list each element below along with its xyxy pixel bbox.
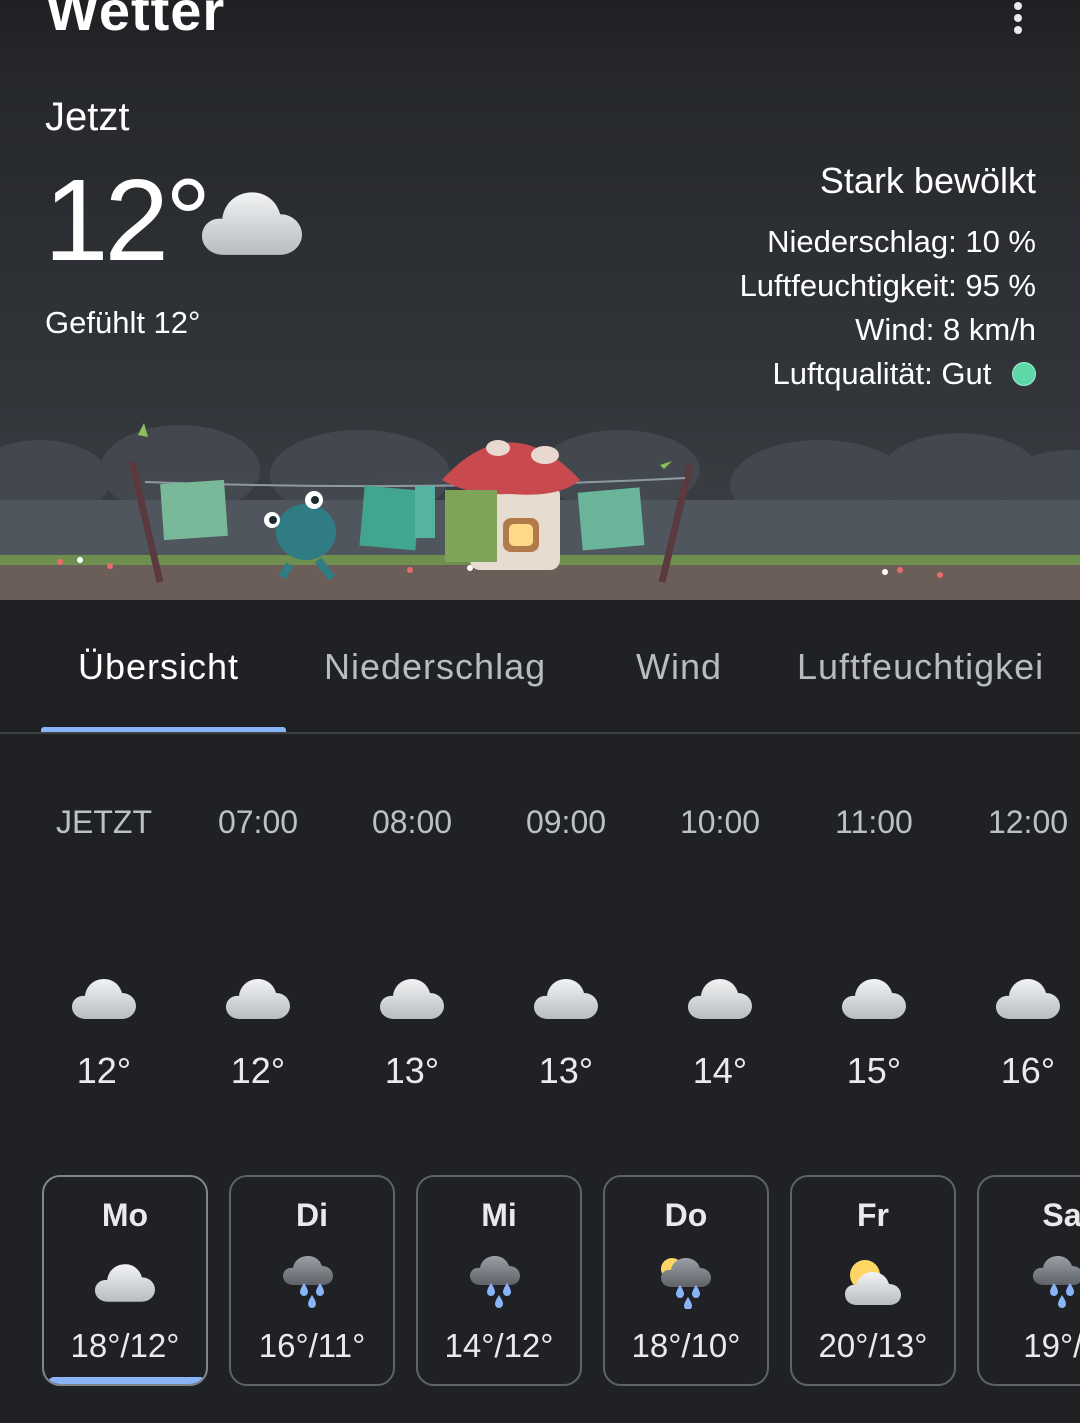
cloud-icon xyxy=(202,186,302,258)
cloud-icon xyxy=(72,975,136,1021)
hour-temp: 12° xyxy=(76,1050,132,1091)
hourly-item: 09:00 13° xyxy=(489,800,643,1091)
hour-temp: 16° xyxy=(1000,1050,1056,1091)
condition-text: Stark bewölkt xyxy=(819,160,1036,201)
tab-divider xyxy=(0,732,1080,734)
tab-wind[interactable]: Wind xyxy=(636,646,722,688)
more-options-button[interactable] xyxy=(998,0,1038,40)
day-card-mo[interactable]: Mo 18°/12° xyxy=(42,1175,208,1386)
weather-illustration xyxy=(0,423,1080,600)
hour-temp: 13° xyxy=(384,1050,440,1091)
day-temps: 20°/13° xyxy=(818,1327,928,1364)
hourly-item: 08:00 13° xyxy=(335,800,489,1091)
day-card-mi[interactable]: Mi 14°/12° xyxy=(416,1175,582,1386)
stat-label: Luftfeuchtigkeit: xyxy=(739,268,957,303)
cloud-icon xyxy=(688,975,752,1021)
feels-like: Gefühlt 12° xyxy=(45,305,201,340)
hourly-item: 11:00 15° xyxy=(797,800,951,1091)
app-title: Wetter xyxy=(46,0,226,42)
day-card-fr[interactable]: Fr 20°/13° xyxy=(790,1175,956,1386)
rain-cloud-icon xyxy=(282,1255,342,1309)
hour-time: 07:00 xyxy=(217,804,299,840)
hour-time: 10:00 xyxy=(679,804,761,840)
day-temps: 19°/1 xyxy=(1023,1327,1080,1364)
day-selected-indicator xyxy=(48,1377,206,1384)
day-temps: 18°/10° xyxy=(631,1327,741,1364)
sun-rain-cloud-icon xyxy=(656,1255,716,1309)
tab-overview[interactable]: Übersicht xyxy=(78,646,239,688)
rain-cloud-icon xyxy=(1032,1255,1080,1309)
day-temps: 18°/12° xyxy=(70,1327,180,1364)
hourly-item: 10:00 14° xyxy=(643,800,797,1091)
day-name: Di xyxy=(296,1197,328,1233)
now-label: Jetzt xyxy=(45,95,130,139)
day-name: Fr xyxy=(857,1197,889,1233)
hourly-item: 12:00 16° xyxy=(951,800,1080,1091)
cloud-icon xyxy=(226,975,290,1021)
day-card-sa[interactable]: Sa 19°/1 xyxy=(977,1175,1080,1386)
stat-value: 10 % xyxy=(965,224,1036,259)
stat-value: 8 km/h xyxy=(942,312,1036,347)
cloud-icon xyxy=(842,975,906,1021)
hour-time: 08:00 xyxy=(371,804,453,840)
day-card-di[interactable]: Di 16°/11° xyxy=(229,1175,395,1386)
air-quality-dot-icon xyxy=(1012,361,1036,386)
day-temps: 14°/12° xyxy=(444,1327,554,1364)
cloud-icon xyxy=(380,975,444,1021)
stat-air-quality[interactable]: Luftqualität: Gut xyxy=(772,356,1036,392)
hourly-item: JETZT 12° xyxy=(27,800,181,1091)
hourly-item: 07:00 12° xyxy=(181,800,335,1091)
day-name: Mo xyxy=(101,1197,149,1233)
cloud-icon xyxy=(534,975,598,1021)
hour-temp: 12° xyxy=(230,1050,286,1091)
current-weather-panel: Wetter Jetzt 12° Gefühlt 12° Stark bewöl… xyxy=(0,0,1080,600)
hour-time: 09:00 xyxy=(525,804,607,840)
stat-label: Niederschlag: xyxy=(767,224,957,259)
partly-sunny-icon xyxy=(843,1255,903,1309)
rain-cloud-icon xyxy=(469,1255,529,1309)
stat-label: Luftqualität: xyxy=(772,356,933,391)
tab-precipitation[interactable]: Niederschlag xyxy=(324,646,546,688)
more-vert-icon xyxy=(1014,2,1022,34)
day-temps: 16°/11° xyxy=(258,1327,366,1364)
hour-temp: 14° xyxy=(692,1050,748,1091)
cloud-icon xyxy=(95,1255,155,1309)
stat-humidity: Luftfeuchtigkeit: 95 % xyxy=(740,268,1036,304)
day-name: Do xyxy=(664,1197,708,1233)
day-name: Sa xyxy=(1042,1197,1080,1233)
tab-humidity[interactable]: Luftfeuchtigkei xyxy=(797,646,1044,688)
day-card-do[interactable]: Do 18°/10° xyxy=(603,1175,769,1386)
hour-time: 11:00 xyxy=(835,804,913,840)
current-temperature: 12° xyxy=(44,155,211,285)
hour-temp: 15° xyxy=(846,1050,902,1091)
hour-time: JETZT xyxy=(56,804,152,840)
cloud-icon xyxy=(996,975,1060,1021)
hour-time: 12:00 xyxy=(987,804,1069,840)
tab-bar: Übersicht Niederschlag Wind Luftfeuchtig… xyxy=(0,600,1080,734)
stat-precipitation: Niederschlag: 10 % xyxy=(767,224,1036,260)
stat-value: Gut xyxy=(941,356,992,391)
stat-value: 95 % xyxy=(965,268,1036,303)
hour-temp: 13° xyxy=(538,1050,594,1091)
stat-wind: Wind: 8 km/h xyxy=(855,312,1036,348)
day-name: Mi xyxy=(481,1197,517,1233)
stat-label: Wind: xyxy=(855,312,935,347)
